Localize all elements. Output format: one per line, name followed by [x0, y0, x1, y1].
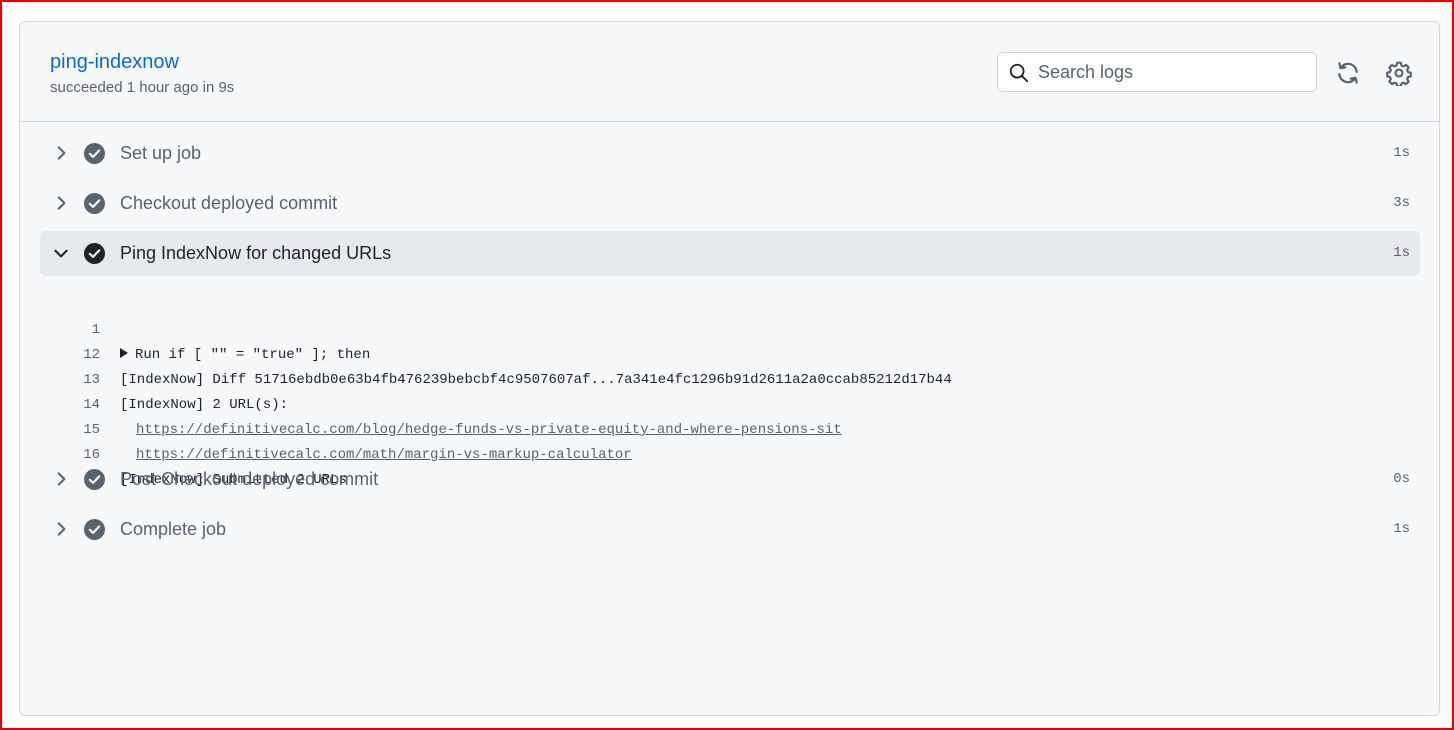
search-icon: [1009, 63, 1029, 83]
log-line: 16 [IndexNow] Submitted 2 URLs: [40, 418, 1420, 488]
check-circle-icon: [84, 519, 105, 540]
steps-list: Set up job 1s Checkout deployed commit 3…: [40, 131, 1420, 557]
step-ping-indexnow[interactable]: Ping IndexNow for changed URLs 1s: [40, 231, 1420, 276]
step-set-up-job[interactable]: Set up job 1s: [40, 131, 1420, 176]
step-duration: 3s: [1393, 195, 1410, 211]
chevron-right-icon: [57, 522, 66, 536]
step-checkout-deployed-commit[interactable]: Checkout deployed commit 3s: [40, 181, 1420, 226]
step-duration: 0s: [1393, 471, 1410, 487]
search-logs-input[interactable]: [1038, 59, 1308, 85]
check-circle-icon: [84, 193, 105, 214]
step-complete-job[interactable]: Complete job 1s: [40, 507, 1420, 552]
check-circle-icon: [84, 143, 105, 164]
log-line: 15 https://definitivecalc.com/math/margi…: [40, 393, 1420, 463]
job-log-panel: ping-indexnow succeeded 1 hour ago in 9s…: [19, 21, 1440, 716]
gear-icon[interactable]: [1386, 60, 1412, 86]
log-line: 14 https://definitivecalc.com/blog/hedge…: [40, 368, 1420, 438]
step-name: Checkout deployed commit: [120, 193, 338, 213]
step-post-checkout-deployed-commit[interactable]: Post Checkout deployed commit 0s: [40, 457, 1420, 502]
job-title-link[interactable]: ping-indexnow: [50, 51, 179, 74]
step-name: Ping IndexNow for changed URLs: [120, 243, 392, 263]
chevron-right-icon: [57, 196, 66, 210]
refresh-icon[interactable]: [1335, 60, 1361, 86]
step-duration: 1s: [1393, 521, 1410, 537]
check-circle-icon: [84, 469, 105, 490]
chevron-down-icon: [54, 249, 68, 258]
check-circle-icon: [84, 243, 105, 264]
step-name: Set up job: [120, 143, 202, 163]
job-header: ping-indexnow succeeded 1 hour ago in 9s: [20, 22, 1439, 122]
log-line: 12 [IndexNow] Diff 51716ebdb0e63b4fb4762…: [40, 318, 1420, 388]
search-logs-box[interactable]: [997, 52, 1317, 92]
step-name: Complete job: [120, 519, 227, 539]
job-status-text: succeeded 1 hour ago in 9s: [50, 79, 235, 96]
step-name: Post Checkout deployed commit: [120, 469, 379, 489]
step-log-output: 1 Run if [ "" = "true" ]; then 12 [Index…: [40, 281, 1420, 488]
log-line: 13 [IndexNow] 2 URL(s):: [40, 343, 1420, 413]
chevron-right-icon: [57, 146, 66, 160]
step-duration: 1s: [1393, 245, 1410, 261]
chevron-right-icon: [57, 472, 66, 486]
log-line: 1 Run if [ "" = "true" ]; then: [40, 293, 1420, 363]
step-duration: 1s: [1393, 145, 1410, 161]
